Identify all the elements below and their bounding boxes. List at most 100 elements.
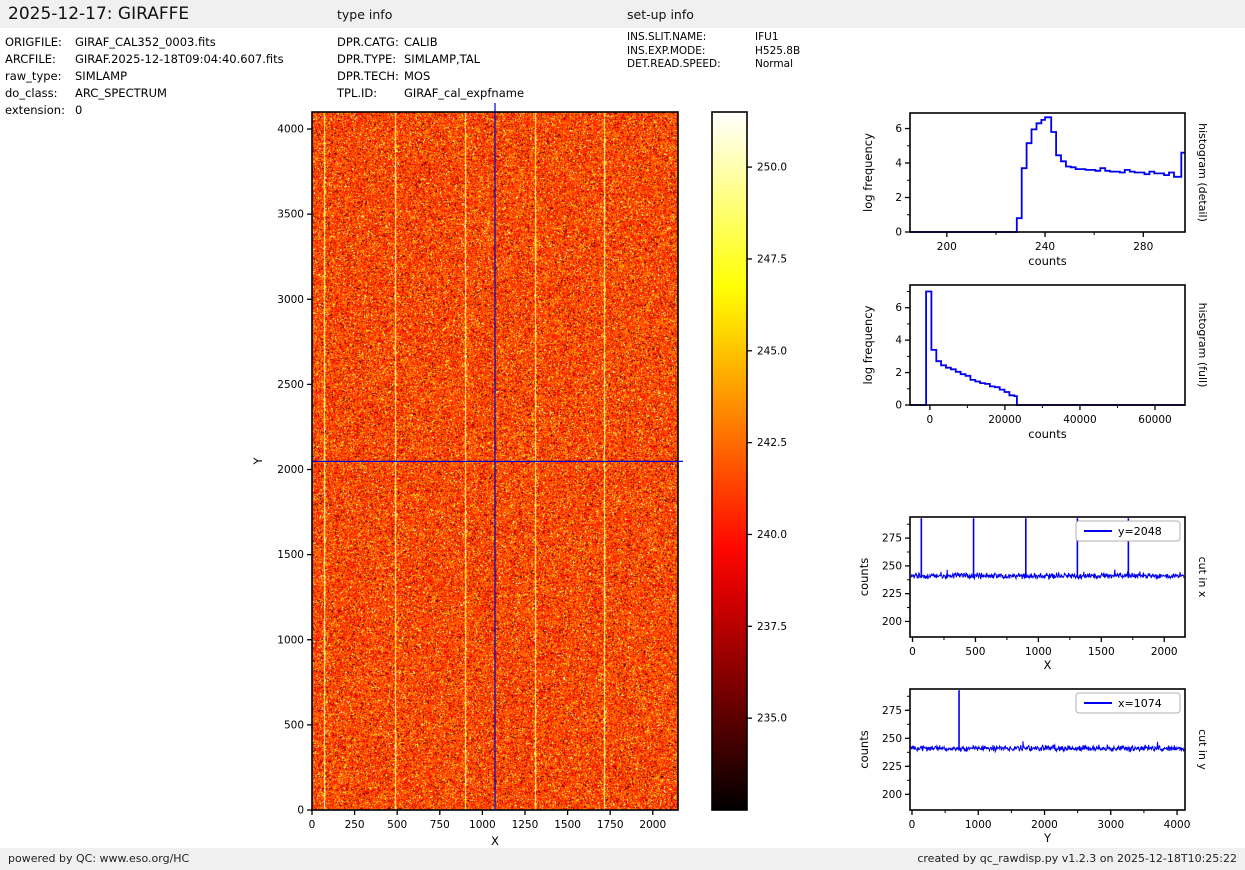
svg-text:240: 240 (1035, 241, 1055, 253)
field-label: INS.SLIT.NAME: (627, 31, 755, 45)
svg-text:0: 0 (927, 414, 934, 426)
svg-text:2000: 2000 (1151, 646, 1178, 658)
svg-text:log frequency: log frequency (861, 133, 875, 212)
svg-text:x=1074: x=1074 (1118, 697, 1162, 710)
type-info-row: DPR.CATG:CALIB (337, 34, 524, 51)
svg-text:0: 0 (297, 805, 304, 817)
setup-info-row: INS.EXP.MODE:H525.8B (627, 45, 800, 59)
svg-text:4: 4 (895, 158, 902, 170)
setup-info-row: DET.READ.SPEED:Normal (627, 58, 800, 72)
svg-text:4: 4 (895, 335, 902, 347)
type-info-row: TPL.ID:GIRAF_cal_expfname (337, 85, 524, 102)
svg-text:3000: 3000 (277, 294, 304, 306)
svg-text:2000: 2000 (1031, 819, 1058, 831)
page-title: 2025-12-17: GIRAFFE (8, 0, 189, 28)
field-label: do_class: (5, 85, 75, 102)
footer-right: created by qc_rawdisp.py v1.2.3 on 2025-… (917, 848, 1237, 870)
svg-text:0: 0 (895, 227, 902, 239)
svg-text:500: 500 (965, 646, 985, 658)
svg-text:4000: 4000 (1164, 819, 1191, 831)
svg-text:247.5: 247.5 (757, 253, 787, 265)
field-value: ARC_SPECTRUM (75, 85, 167, 102)
svg-text:1500: 1500 (554, 819, 581, 831)
svg-text:log frequency: log frequency (861, 305, 875, 384)
svg-text:280: 280 (1133, 241, 1153, 253)
svg-text:X: X (1044, 658, 1052, 672)
svg-text:1000: 1000 (469, 819, 496, 831)
svg-text:750: 750 (430, 819, 450, 831)
svg-text:Y: Y (1043, 831, 1052, 845)
svg-text:2: 2 (895, 367, 902, 379)
svg-text:500: 500 (284, 719, 304, 731)
qc-report-page: 2025-12-17: GIRAFFE type info set-up inf… (0, 0, 1245, 870)
svg-text:275: 275 (882, 705, 902, 717)
svg-text:60000: 60000 (1138, 414, 1171, 426)
file-info-row: extension:0 (5, 102, 284, 119)
field-label: DPR.TECH: (337, 68, 404, 85)
svg-text:225: 225 (882, 761, 902, 773)
svg-text:275: 275 (882, 533, 902, 545)
svg-text:1000: 1000 (965, 819, 992, 831)
section-setup-info: set-up info (627, 0, 694, 29)
svg-text:histogram (full): histogram (full) (1196, 303, 1209, 388)
svg-text:2: 2 (895, 192, 902, 204)
file-info-row: do_class:ARC_SPECTRUM (5, 85, 284, 102)
section-type-info: type info (337, 0, 392, 29)
svg-text:20000: 20000 (988, 414, 1021, 426)
svg-text:1500: 1500 (277, 549, 304, 561)
type-info-row: DPR.TYPE:SIMLAMP,TAL (337, 51, 524, 68)
field-value: GIRAF_cal_expfname (404, 85, 524, 102)
svg-text:counts: counts (1028, 427, 1066, 441)
file-info-row: raw_type:SIMLAMP (5, 68, 284, 85)
svg-text:500: 500 (387, 819, 407, 831)
field-value: 0 (75, 102, 82, 119)
field-label: DPR.CATG: (337, 34, 404, 51)
field-label: TPL.ID: (337, 85, 404, 102)
footer: powered by QC: www.eso.org/HC created by… (0, 848, 1245, 870)
type-info-row: DPR.TECH:MOS (337, 68, 524, 85)
file-info-row: ORIGFILE:GIRAF_CAL352_0003.fits (5, 34, 284, 51)
svg-text:200: 200 (882, 616, 902, 628)
field-label: INS.EXP.MODE: (627, 45, 755, 59)
field-label: DET.READ.SPEED: (627, 58, 755, 72)
field-value: Normal (755, 58, 793, 72)
svg-text:counts: counts (857, 558, 871, 596)
footer-left: powered by QC: www.eso.org/HC (8, 848, 189, 870)
setup-info-row: INS.SLIT.NAME:IFU1 (627, 31, 800, 45)
svg-text:0: 0 (909, 819, 916, 831)
svg-text:2000: 2000 (639, 819, 666, 831)
svg-text:Y: Y (251, 457, 265, 466)
field-value: IFU1 (755, 31, 779, 45)
svg-text:6: 6 (895, 123, 902, 135)
svg-text:1000: 1000 (1025, 646, 1052, 658)
svg-text:40000: 40000 (1063, 414, 1096, 426)
svg-text:0: 0 (309, 819, 316, 831)
svg-text:200: 200 (882, 789, 902, 801)
svg-text:X: X (491, 834, 499, 848)
svg-text:250.0: 250.0 (757, 162, 787, 174)
svg-text:242.5: 242.5 (757, 437, 787, 449)
field-label: raw_type: (5, 68, 75, 85)
svg-text:240.0: 240.0 (757, 529, 787, 541)
field-value: H525.8B (755, 45, 800, 59)
raw-image-heatmap (312, 112, 678, 810)
svg-text:0: 0 (909, 646, 916, 658)
top-bar: 2025-12-17: GIRAFFE type info set-up inf… (0, 0, 1245, 28)
svg-text:1000: 1000 (277, 634, 304, 646)
field-value: MOS (404, 68, 430, 85)
svg-text:counts: counts (1028, 254, 1066, 268)
svg-text:3000: 3000 (1097, 819, 1124, 831)
svg-text:1250: 1250 (512, 819, 539, 831)
field-value: SIMLAMP,TAL (404, 51, 480, 68)
svg-text:3500: 3500 (277, 209, 304, 221)
svg-text:6: 6 (895, 302, 902, 314)
file-info-row: ARCFILE:GIRAF.2025-12-18T09:04:40.607.fi… (5, 51, 284, 68)
setup-info: INS.SLIT.NAME:IFU1 INS.EXP.MODE:H525.8B … (627, 31, 800, 72)
field-label: ORIGFILE: (5, 34, 75, 51)
svg-text:235.0: 235.0 (757, 713, 787, 725)
svg-text:200: 200 (937, 241, 957, 253)
svg-text:2000: 2000 (277, 464, 304, 476)
svg-text:1500: 1500 (1088, 646, 1115, 658)
field-value: GIRAF_CAL352_0003.fits (75, 34, 216, 51)
type-info: DPR.CATG:CALIB DPR.TYPE:SIMLAMP,TAL DPR.… (337, 34, 524, 102)
